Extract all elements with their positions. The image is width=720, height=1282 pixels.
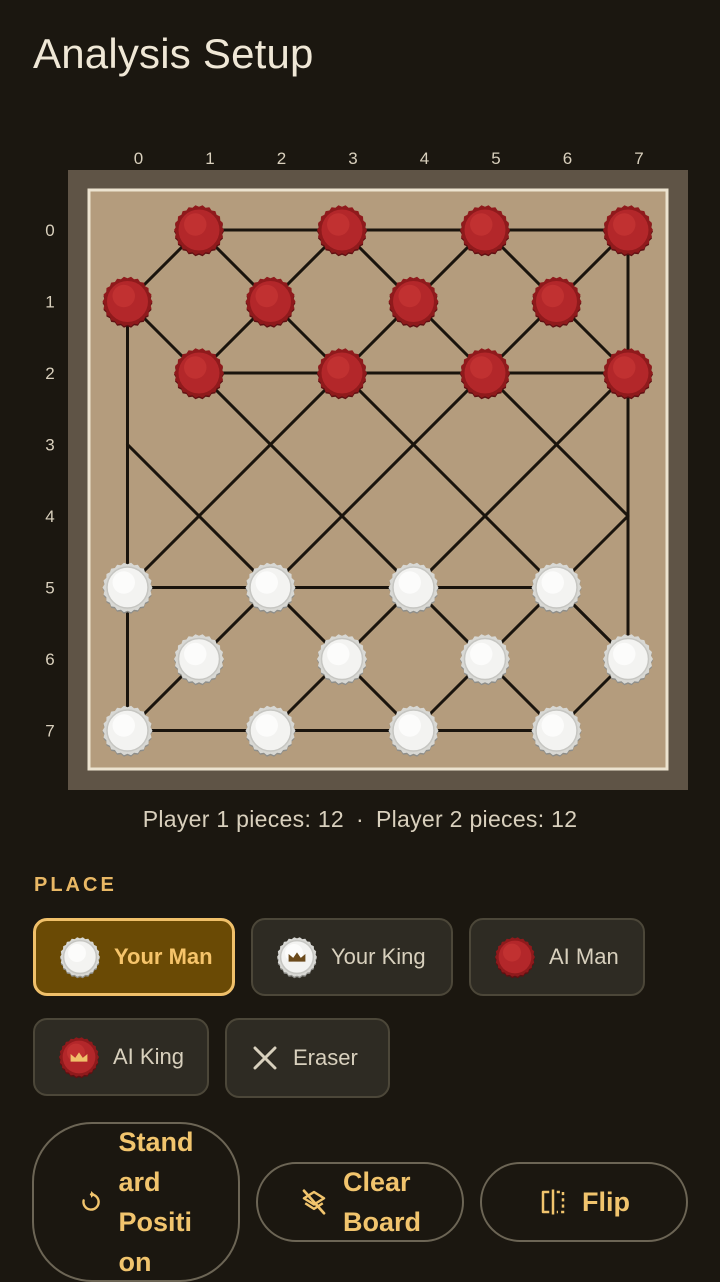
row-label: 4 — [45, 507, 54, 526]
standard-line-4: on — [118, 1247, 152, 1277]
place-section-label: PLACE — [34, 874, 117, 896]
page-title: Analysis Setup — [33, 30, 314, 77]
row-label: 2 — [45, 364, 54, 383]
player1-count: Player 1 pieces: 12 — [142, 806, 345, 832]
place-ai-man-button[interactable]: AI Man — [469, 918, 645, 996]
column-label: 6 — [563, 149, 572, 168]
column-label: 0 — [134, 149, 143, 168]
standard-line-2: ard — [118, 1167, 161, 1197]
player2-count: Player 2 pieces: 12 — [375, 806, 578, 832]
clear-board-button[interactable]: Clear Board — [256, 1162, 464, 1242]
place-your-king-button[interactable]: Your King — [251, 918, 453, 996]
clear-layers-icon — [302, 1189, 326, 1215]
place-eraser-label: Eraser — [293, 1045, 358, 1070]
row-label: 0 — [45, 221, 54, 240]
column-label: 3 — [348, 149, 357, 168]
white-man-icon — [60, 937, 100, 979]
column-label: 1 — [205, 149, 214, 168]
piece-glyph[interactable] — [60, 937, 100, 979]
place-your-man-label: Your Man — [114, 944, 213, 969]
count-separator: · — [356, 806, 364, 832]
standard-line-1: Stand — [118, 1127, 194, 1157]
red-king-icon — [59, 1037, 99, 1079]
flip-button[interactable]: Flip — [480, 1162, 688, 1242]
column-label: 7 — [634, 149, 643, 168]
row-label: 7 — [45, 722, 54, 741]
row-label: 6 — [45, 650, 54, 669]
place-ai-king-label: AI King — [113, 1044, 184, 1069]
white-king-icon — [277, 937, 317, 979]
piece-counts: Player 1 pieces: 12 · Player 2 pieces: 12 — [0, 806, 720, 833]
piece-glyph[interactable] — [277, 937, 317, 979]
refresh-icon — [82, 1190, 101, 1211]
column-label: 2 — [277, 149, 286, 168]
place-eraser-button[interactable]: Eraser — [225, 1018, 390, 1098]
place-ai-king-button[interactable]: AI King — [33, 1018, 209, 1096]
standard-line-3: Positi — [118, 1207, 192, 1237]
clear-line-2: Board — [342, 1207, 421, 1237]
clear-line-1: Clear — [342, 1167, 411, 1197]
column-label: 5 — [491, 149, 500, 168]
piece-glyph[interactable] — [495, 937, 535, 979]
row-label: 1 — [45, 293, 54, 312]
flip-icon — [541, 1189, 565, 1215]
column-label: 4 — [420, 149, 429, 168]
standard-position-button[interactable]: Stand ard Positi on — [32, 1122, 240, 1282]
close-icon — [253, 1046, 277, 1070]
piece-glyph[interactable] — [59, 1037, 99, 1079]
place-ai-man-label: AI Man — [549, 944, 619, 969]
standard-position-label: Stand ard Positi on — [118, 1122, 193, 1282]
row-label: 5 — [45, 579, 54, 598]
red-man-icon — [495, 937, 535, 979]
clear-board-label: Clear Board — [343, 1162, 421, 1242]
place-your-king-label: Your King — [331, 944, 426, 969]
board[interactable]: 0 1 2 3 4 5 6 7 0 1 2 3 4 5 6 7 — [0, 140, 720, 800]
row-label: 3 — [45, 436, 54, 455]
board-canvas[interactable]: 0 1 2 3 4 5 6 7 0 1 2 3 4 5 6 7 — [0, 140, 720, 800]
flip-label: Flip — [582, 1187, 630, 1217]
place-your-man-button[interactable]: Your Man — [33, 918, 235, 996]
